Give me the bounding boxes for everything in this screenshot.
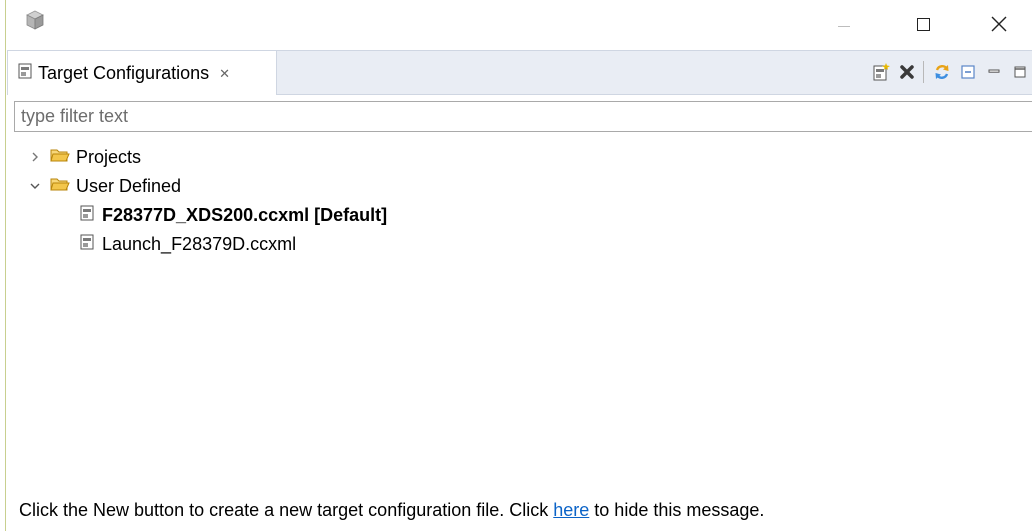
maximize-icon	[916, 17, 930, 31]
maximize-view-button[interactable]	[1008, 60, 1032, 84]
new-target-config-button[interactable]	[869, 60, 893, 84]
app-cube-icon	[25, 10, 45, 30]
maximize-window-button[interactable]	[903, 8, 943, 40]
window-title-bar	[7, 0, 1032, 49]
minimize-view-icon	[988, 69, 1000, 73]
delete-button[interactable]	[895, 60, 919, 84]
target-config-view-icon	[18, 63, 32, 84]
maximize-view-icon	[1014, 66, 1026, 78]
tree-item-label: F28377D_XDS200.ccxml [Default]	[102, 204, 388, 225]
view-tab-bar: Target Configurations ✕	[7, 50, 1032, 95]
tab-label: Target Configurations	[38, 62, 210, 83]
folder-icon	[50, 147, 70, 168]
close-window-button[interactable]	[979, 8, 1019, 40]
ccxml-file-icon	[80, 205, 94, 226]
minimize-window-button[interactable]	[824, 8, 864, 40]
chevron-down-icon[interactable]	[28, 181, 42, 191]
filter-field[interactable]	[14, 101, 1032, 132]
left-edge	[0, 0, 6, 531]
tree-node-label: Projects	[76, 146, 142, 167]
refresh-button[interactable]	[930, 60, 954, 84]
collapse-all-button[interactable]	[956, 60, 980, 84]
info-message: Click the New button to create a new tar…	[19, 500, 764, 521]
collapse-all-icon	[961, 65, 975, 79]
chevron-right-icon[interactable]	[28, 151, 42, 163]
tree-node-label: User Defined	[76, 175, 182, 196]
new-config-icon	[873, 63, 890, 81]
tab-close-icon[interactable]: ✕	[219, 66, 230, 82]
minimize-view-button[interactable]	[982, 60, 1006, 84]
message-text-after: to hide this message.	[589, 500, 765, 520]
folder-open-icon	[50, 176, 70, 197]
tab-target-configurations[interactable]: Target Configurations ✕	[7, 50, 277, 95]
refresh-icon	[935, 65, 949, 79]
toolbar-separator	[923, 61, 924, 83]
close-icon	[991, 16, 1007, 32]
view-toolbar	[867, 59, 1032, 85]
tree-item-config[interactable]: Launch_F28379D.ccxml	[80, 230, 296, 258]
filter-input[interactable]	[15, 102, 1032, 131]
tree-node-projects[interactable]: Projects	[28, 143, 141, 171]
minimize-icon	[838, 25, 850, 27]
message-text-before: Click the New button to create a new tar…	[19, 500, 554, 520]
delete-icon	[900, 65, 914, 79]
ccxml-file-icon	[80, 234, 94, 255]
tree-item-label: Launch_F28379D.ccxml	[102, 233, 297, 254]
hide-message-link[interactable]: here	[553, 500, 589, 520]
tree-node-user-defined[interactable]: User Defined	[28, 172, 181, 200]
tree-item-config-default[interactable]: F28377D_XDS200.ccxml [Default]	[80, 201, 387, 229]
